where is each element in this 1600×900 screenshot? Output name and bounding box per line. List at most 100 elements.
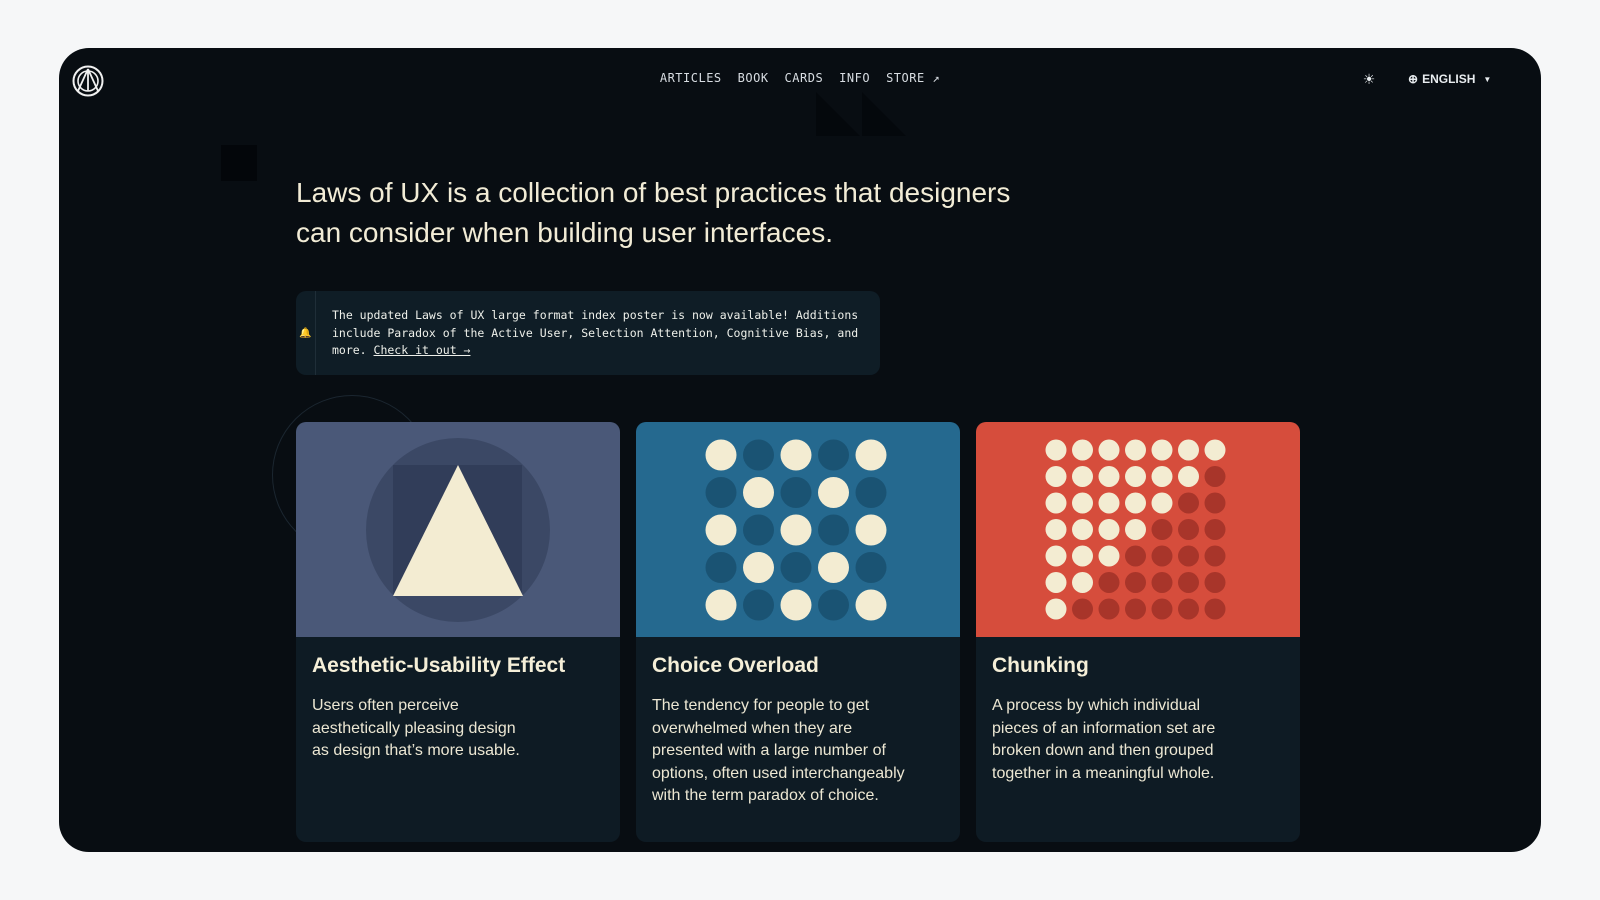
illustration-dot [1178,492,1199,514]
illustration-dot [855,552,887,583]
nav-info[interactable]: INFO [839,71,870,85]
illustration-dot [1045,545,1067,567]
illustration-dot [1125,572,1146,593]
illustration-dot [1178,545,1199,567]
illustration-dot [780,477,812,508]
illustration-dot [1098,519,1120,540]
illustration-dot [1072,598,1093,620]
illustration-dot [1178,598,1199,620]
card-illustration [976,422,1300,637]
illustration-dot [818,552,849,583]
announcement-text: The updated Laws of UX large format inde… [316,291,880,375]
illustration-dot [1125,439,1146,461]
illustration-dot [705,552,737,583]
illustration-dot [818,589,849,621]
illustration-dot [743,477,774,508]
illustration-dot [1125,466,1146,487]
illustration-dot [1151,492,1173,514]
illustration-dot [1204,545,1226,567]
illustration-dot [1098,598,1120,620]
sun-icon[interactable]: ☀ [1361,72,1377,88]
illustration-dot [1098,572,1120,593]
card-description: The tendency for people to get overwhelm… [652,697,905,804]
illustration-dot [1151,439,1173,461]
card-title: Aesthetic-Usability Effect [312,654,566,677]
card-illustration [296,422,620,637]
main-nav: ARTICLES BOOK CARDS INFO STORE ↗ [59,71,1541,85]
illustration-dot [1045,572,1067,593]
check-it-out-link[interactable]: Check it out → [374,343,471,357]
illustration-dot [855,477,887,508]
decorative-triangle [862,92,906,136]
illustration-dot [1151,598,1173,620]
illustration-dot [1072,572,1093,593]
illustration-dot [1125,519,1146,540]
illustration-dot [1072,439,1093,461]
illustration-dot [855,439,887,471]
illustration-dot [1125,492,1146,514]
decorative-square [221,145,257,181]
decorative-triangle [816,92,860,136]
chevron-down-icon: ▼ [1483,74,1492,84]
language-selector[interactable]: ⊕ ENGLISH ▼ [1408,72,1491,86]
illustration-dot [1178,466,1199,487]
page-frame: ARTICLES BOOK CARDS INFO STORE ↗ ☀ ⊕ ENG… [59,48,1541,852]
illustration-dot [1151,466,1173,487]
illustration-dot [818,439,849,471]
illustration-dot [780,552,812,583]
illustration-dot [818,477,849,508]
nav-articles[interactable]: ARTICLES [660,71,722,85]
illustration-dot [1045,439,1067,461]
illustration-dot [1151,572,1173,593]
nav-store[interactable]: STORE ↗ [886,71,940,85]
illustration-dot [705,514,737,546]
bell-icon: 🔔 [296,291,316,375]
illustration-dot [1204,519,1226,540]
illustration-dot [1204,598,1226,620]
illustration-dot [1204,439,1226,461]
hero-text: Laws of UX is a collection of best pract… [296,177,1011,248]
illustration-dot [1178,519,1199,540]
globe-icon: ⊕ [1408,72,1419,86]
card-illustration [636,422,960,637]
illustration-dot [855,589,887,621]
illustration-dot [1151,519,1173,540]
illustration-dot [743,439,774,471]
illustration-dot [1204,572,1226,593]
card-description: A process by which individual pieces of … [992,697,1216,782]
illustration-dot [1072,492,1093,514]
card-description: Users often perceive aesthetically pleas… [312,697,520,759]
illustration-dot [743,514,774,546]
illustration-dot [1098,466,1120,487]
illustration-dot [1045,598,1067,620]
illustration-dot [705,589,737,621]
law-card-chunking[interactable]: Chunking A process by which individual p… [976,422,1300,842]
illustration-dot [1178,439,1199,461]
illustration-dot [855,514,887,546]
illustration-dot [780,514,812,546]
illustration-dot [1045,492,1067,514]
illustration-dot [1151,545,1173,567]
illustration-dot [1072,519,1093,540]
law-card-aesthetic-usability[interactable]: Aesthetic-Usability Effect Users often p… [296,422,620,842]
illustration-dot [705,439,737,471]
language-label: ENGLISH [1422,72,1476,86]
illustration-dot [1098,439,1120,461]
illustration-dot [1125,598,1146,620]
illustration-dot [1072,545,1093,567]
nav-cards[interactable]: CARDS [785,71,824,85]
illustration-dot [1045,519,1067,540]
illustration-dot [1045,466,1067,487]
illustration-dot [1072,466,1093,487]
illustration-dot [1204,492,1226,514]
illustration-dot [743,552,774,583]
illustration-dot [1098,492,1120,514]
illustration-dot [1098,545,1120,567]
illustration-dot [780,439,812,471]
illustration-dot [705,477,737,508]
law-card-choice-overload[interactable]: Choice Overload The tendency for people … [636,422,960,842]
illustration-dot [1204,466,1226,487]
illustration-dot [1178,572,1199,593]
nav-book[interactable]: BOOK [738,71,769,85]
card-title: Choice Overload [652,654,819,677]
